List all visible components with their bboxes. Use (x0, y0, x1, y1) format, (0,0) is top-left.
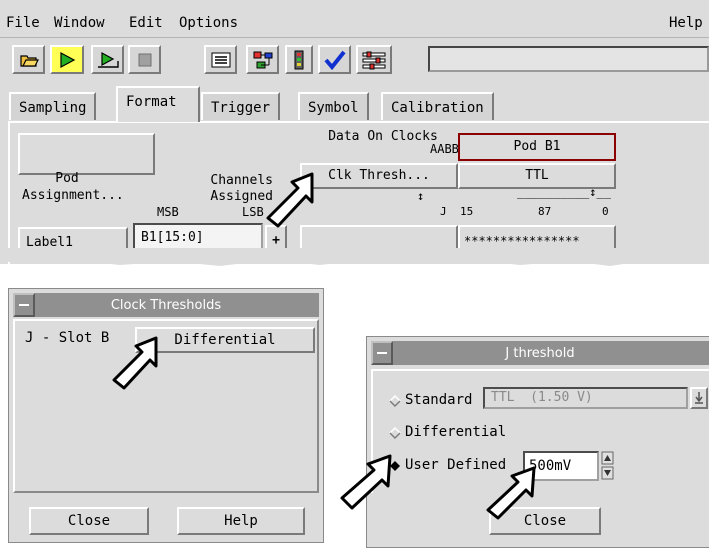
menu-file[interactable]: File (6, 15, 40, 31)
standard-radio[interactable] (389, 395, 401, 407)
tab-format[interactable]: Format (116, 86, 200, 122)
bit-87: 87 (538, 205, 552, 218)
clock-thresholds-titlebar: Clock Thresholds (13, 293, 319, 317)
run-button[interactable] (50, 45, 84, 74)
tab-symbol[interactable]: Symbol (298, 92, 369, 120)
main-window: File Window Edit Options Help Sampling F… (0, 0, 709, 264)
stop-icon (138, 53, 151, 66)
j-threshold-title: J threshold (505, 345, 575, 361)
lsb-label: LSB (242, 205, 264, 219)
settings-button[interactable] (356, 45, 392, 74)
open-button[interactable] (12, 45, 45, 74)
clk-thresh-button[interactable]: Clk Thresh... (300, 163, 458, 189)
channels-assigned-label: Channels Assigned (210, 173, 273, 204)
run-repetitive-icon (97, 51, 119, 68)
spinner-arrows-icon (601, 451, 614, 480)
system-icon (294, 50, 304, 69)
bit-0: 0 (602, 205, 609, 218)
bit-scale: __________↕__ (517, 185, 611, 199)
pod-assignment-label: Pod Assignment... (22, 171, 124, 203)
minimize-icon (19, 304, 29, 306)
slot-label: J - Slot B (25, 330, 110, 346)
menu-options[interactable]: Options (179, 15, 238, 31)
config-button[interactable] (246, 45, 279, 74)
bit-15: 15 (460, 205, 474, 218)
listing-button[interactable] (204, 45, 237, 74)
menu-edit[interactable]: Edit (129, 15, 163, 31)
tab-sampling[interactable]: Sampling (9, 92, 97, 120)
run-icon (60, 51, 76, 68)
tab-calibration[interactable]: Calibration (381, 92, 494, 120)
clock-close-button[interactable]: Close (29, 507, 149, 535)
torn-edge (0, 248, 709, 266)
tab-trigger[interactable]: Trigger (201, 92, 281, 120)
open-icon (19, 54, 39, 67)
pod-assignment-button[interactable]: Pod Assignment... (18, 133, 155, 203)
j-threshold-panel: Standard TTL (1.50 V) Differential User … (371, 369, 709, 493)
clock-letters: AABB (430, 142, 459, 156)
callout-arrow-user-defined-value (486, 466, 536, 520)
clock-thresholds-title: Clock Thresholds (110, 297, 222, 313)
config-icon (253, 51, 272, 68)
system-button[interactable] (285, 45, 313, 74)
settings-icon (362, 51, 386, 69)
clock-arrow: ↕ (417, 189, 425, 203)
stop-button[interactable] (128, 45, 161, 74)
pod-b1-button[interactable]: Pod B1 (458, 133, 616, 161)
standard-dropdown-button[interactable] (690, 387, 708, 409)
clock-thresholds-dialog: Clock Thresholds J - Slot B Differential… (8, 288, 324, 543)
msb-label: MSB (157, 205, 179, 219)
clock-dialog-menu-button[interactable] (13, 293, 35, 317)
user-defined-spinner[interactable] (601, 451, 615, 481)
callout-arrow-clk-thresh (266, 172, 314, 228)
dropdown-arrow-icon (695, 392, 703, 404)
clock-help-button[interactable]: Help (177, 507, 305, 535)
j-dialog-menu-button[interactable] (371, 341, 393, 365)
differential-radio[interactable] (389, 427, 401, 439)
differential-label: Differential (405, 424, 507, 440)
check-icon (323, 50, 346, 70)
callout-arrow-user-defined-radio (340, 454, 392, 510)
listing-icon (211, 52, 230, 67)
format-panel: Pod Assignment... Channels Assigned MSB … (8, 121, 709, 264)
standard-label: Standard (405, 392, 473, 408)
run-repetitive-button[interactable] (91, 45, 124, 74)
menu-bar: File Window Edit Options Help (0, 10, 709, 38)
check-button[interactable] (318, 45, 351, 74)
clock-j-label: J (440, 205, 447, 218)
callout-arrow-differential (112, 336, 158, 390)
command-field[interactable] (428, 46, 709, 72)
clock-thresholds-panel: J - Slot B Differential (13, 319, 319, 493)
menu-help[interactable]: Help (669, 15, 703, 31)
j-threshold-titlebar: J threshold (371, 341, 709, 365)
menu-window[interactable]: Window (54, 15, 105, 31)
standard-select[interactable]: TTL (1.50 V) (483, 387, 688, 409)
minimize-icon (377, 352, 387, 354)
